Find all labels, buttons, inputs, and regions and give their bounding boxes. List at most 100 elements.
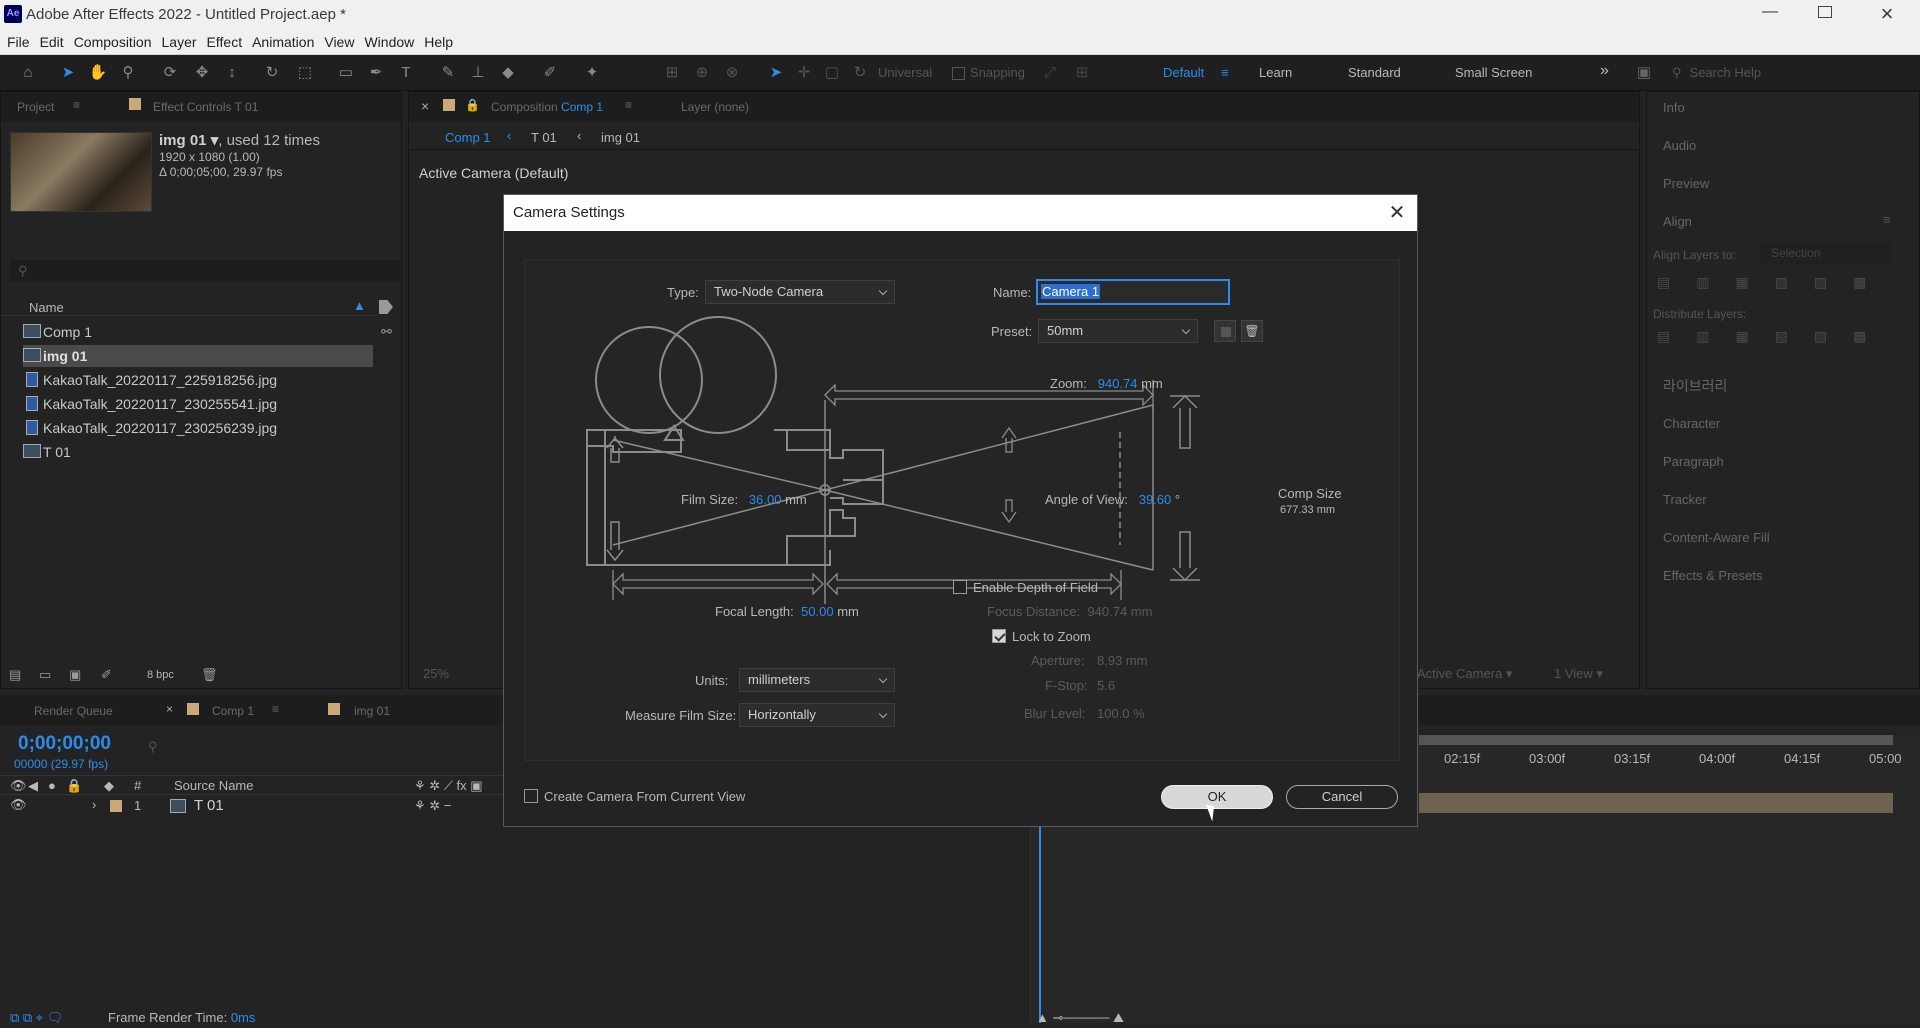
list-item[interactable]: KakaoTalk_20220117_230255541.jpg: [23, 393, 371, 415]
bpc-label[interactable]: 8 bpc: [147, 669, 174, 681]
layer-duration-bar[interactable]: [1419, 793, 1893, 813]
3d-move-icon[interactable]: ✛: [794, 63, 814, 83]
panel-paragraph[interactable]: Paragraph: [1663, 454, 1724, 469]
camera-name-input[interactable]: Camera 1: [1036, 279, 1230, 305]
focus-distance-value[interactable]: 940.74 mm: [1087, 604, 1152, 619]
world-axis-icon[interactable]: ⊕: [692, 63, 712, 83]
lock-to-zoom-checkbox[interactable]: [992, 629, 1006, 643]
list-item[interactable]: Comp 1: [23, 321, 371, 343]
list-item[interactable]: KakaoTalk_20220117_225918256.jpg: [23, 369, 371, 391]
breadcrumb-footage[interactable]: img 01: [601, 130, 640, 145]
anchor-tool-icon[interactable]: ⬚: [295, 63, 315, 83]
list-item[interactable]: img 01: [23, 345, 373, 367]
zoom-slider[interactable]: ▲ ⊸───── ⛰: [1036, 1010, 1124, 1026]
close-window-button[interactable]: ×: [1876, 1, 1898, 27]
3d-select-icon[interactable]: ➤: [766, 63, 786, 83]
menu-composition[interactable]: Composition: [69, 30, 157, 55]
layer-name[interactable]: T 01: [194, 797, 224, 814]
blur-level-value[interactable]: 100.0 %: [1097, 706, 1145, 721]
snap-options-icon[interactable]: ⤢: [1040, 63, 1060, 83]
project-search-input[interactable]: ⚲: [10, 260, 400, 282]
menu-layer[interactable]: Layer: [157, 30, 202, 55]
workspace-default[interactable]: Default: [1163, 65, 1204, 80]
menu-animation[interactable]: Animation: [247, 30, 319, 55]
menu-help[interactable]: Help: [419, 30, 458, 55]
sort-ascending-icon[interactable]: ▲: [353, 298, 366, 313]
angle-value[interactable]: 39.60: [1139, 492, 1172, 507]
interpret-footage-icon[interactable]: ▤: [9, 667, 21, 683]
current-timecode[interactable]: 0;00;00;00: [18, 733, 111, 755]
align-menu-icon[interactable]: ≡: [1883, 212, 1891, 227]
eye-icon[interactable]: 👁: [10, 797, 27, 813]
delete-preset-icon[interactable]: 🗑: [1241, 320, 1263, 342]
col-name[interactable]: Name: [29, 300, 64, 315]
view-axis-icon[interactable]: ⊗: [722, 63, 742, 83]
new-composition-icon[interactable]: ▣: [69, 667, 81, 683]
dialog-close-button[interactable]: ✕: [1387, 195, 1407, 231]
align-buttons[interactable]: ▤▥▦▧▨▩: [1657, 274, 1897, 290]
local-axis-icon[interactable]: ⊞: [662, 63, 682, 83]
layer-search-icon[interactable]: ⚲: [148, 739, 158, 755]
type-tool-icon[interactable]: T: [396, 63, 416, 83]
sync-settings-icon[interactable]: ▣: [1634, 63, 1654, 83]
new-folder-icon[interactable]: ▭: [39, 667, 51, 683]
menu-window[interactable]: Window: [359, 30, 419, 55]
panel-menu-icon[interactable]: ≡: [272, 702, 279, 716]
tab-render-queue[interactable]: Render Queue: [34, 704, 113, 718]
table-row[interactable]: 👁 › 1 T 01 ⚘ ✲ −: [0, 796, 503, 816]
camera-view-dropdown[interactable]: Active Camera ▾: [1417, 666, 1512, 682]
breadcrumb-comp[interactable]: Comp 1: [445, 130, 491, 145]
workspace-menu-icon[interactable]: ≡: [1221, 65, 1229, 80]
tab-timeline-comp[interactable]: Comp 1: [212, 704, 254, 718]
align-target-dropdown[interactable]: Selection: [1761, 242, 1891, 264]
panel-audio[interactable]: Audio: [1663, 138, 1696, 153]
puppet-tool-icon[interactable]: ✦: [582, 63, 602, 83]
dependencies-icon[interactable]: ✐: [101, 667, 112, 683]
preset-dropdown[interactable]: 50mm: [1038, 319, 1198, 343]
3d-rotate-icon[interactable]: ↻: [850, 63, 870, 83]
snap-grid-icon[interactable]: ⊞: [1072, 63, 1092, 83]
rectangle-tool-icon[interactable]: ▭: [336, 63, 356, 83]
list-item[interactable]: T 01: [23, 441, 371, 463]
pan-tool-icon[interactable]: ✥: [192, 63, 212, 83]
flowchart-icon[interactable]: ⚯: [381, 324, 392, 340]
more-workspaces-icon[interactable]: »: [1600, 62, 1609, 80]
snapping-checkbox[interactable]: [952, 67, 965, 80]
brush-tool-icon[interactable]: ✎: [438, 63, 458, 83]
tab-timeline-img[interactable]: img 01: [354, 704, 390, 718]
orbit-tool-icon[interactable]: ⟳: [160, 63, 180, 83]
panel-info[interactable]: Info: [1663, 100, 1685, 115]
menu-edit[interactable]: Edit: [35, 30, 69, 55]
search-help-input[interactable]: ⚲ Search Help: [1672, 61, 1912, 85]
pen-tool-icon[interactable]: ✒: [366, 63, 386, 83]
workspace-small-screen[interactable]: Small Screen: [1455, 65, 1532, 80]
units-dropdown[interactable]: millimeters: [739, 668, 895, 692]
enable-dof-checkbox[interactable]: [953, 580, 967, 594]
tab-layer[interactable]: Layer (none): [681, 100, 749, 114]
camera-type-dropdown[interactable]: Two-Node Camera: [705, 280, 895, 304]
panel-effects-presets[interactable]: Effects & Presets: [1663, 568, 1762, 583]
work-area-bar[interactable]: [1419, 735, 1893, 745]
trash-icon[interactable]: 🗑: [201, 667, 218, 683]
col-source-name[interactable]: Source Name: [174, 778, 253, 793]
minimize-button[interactable]: —: [1760, 3, 1780, 25]
close-tab-icon[interactable]: ×: [421, 98, 429, 114]
label-column-icon[interactable]: [379, 300, 393, 314]
selection-tool-icon[interactable]: ➤: [58, 63, 78, 83]
zoom-value[interactable]: 940.74: [1098, 376, 1138, 391]
cancel-button[interactable]: Cancel: [1286, 785, 1398, 809]
create-from-view-checkbox[interactable]: [524, 789, 538, 803]
menu-file[interactable]: File: [2, 30, 35, 55]
restore-button[interactable]: [1818, 6, 1832, 18]
breadcrumb-layer[interactable]: T 01: [531, 130, 557, 145]
panel-character[interactable]: Character: [1663, 416, 1720, 431]
layer-switches[interactable]: ⚘ ✲ −: [414, 798, 451, 814]
panel-libraries[interactable]: 라이브러리: [1663, 376, 1727, 396]
tab-project[interactable]: Project: [17, 100, 54, 114]
expand-arrow-icon[interactable]: ›: [92, 797, 96, 812]
roto-brush-icon[interactable]: ✐: [540, 63, 560, 83]
time-ruler[interactable]: 02:15f 03:00f 03:15f 04:00f 04:15f 05:00: [1419, 751, 1919, 771]
workspace-learn[interactable]: Learn: [1259, 65, 1292, 80]
toggle-switches-icon[interactable]: ⧉ ⧉ ⌖ 🗨: [10, 1010, 63, 1026]
tab-effect-controls[interactable]: Effect Controls T 01: [153, 100, 258, 114]
